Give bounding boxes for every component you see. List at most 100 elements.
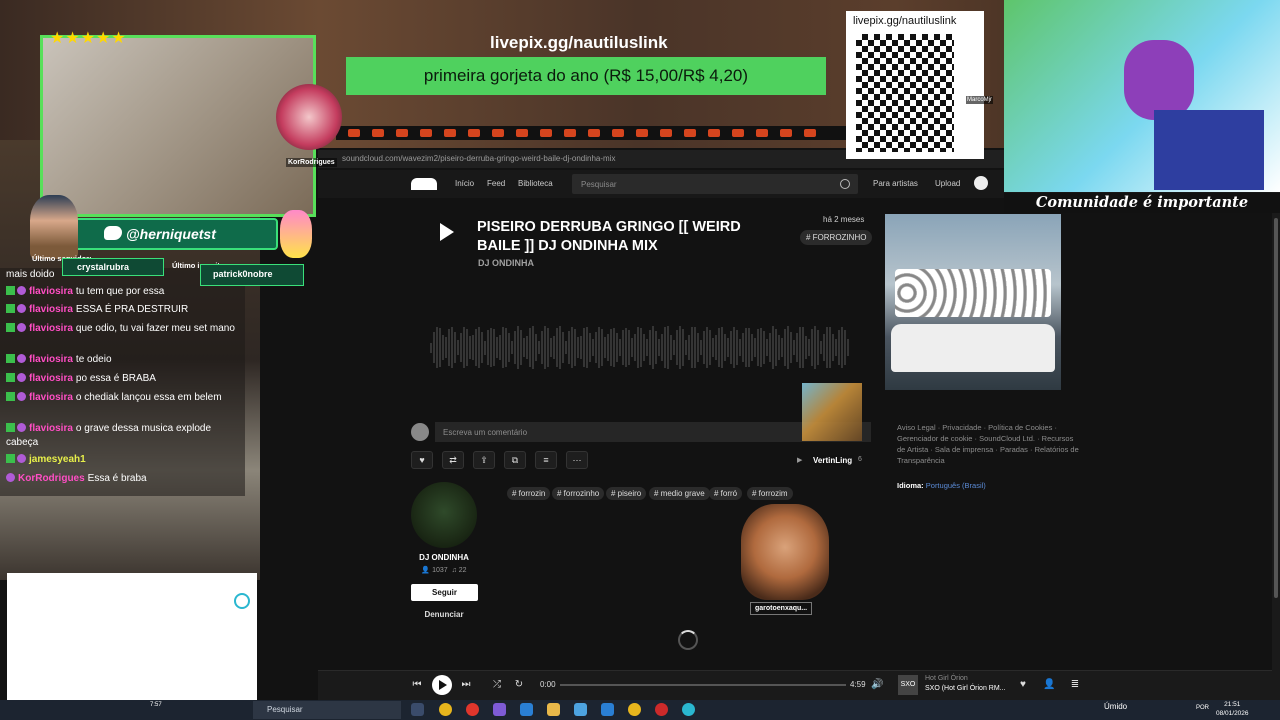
language-label: Idioma: bbox=[897, 481, 924, 490]
weather-widget[interactable]: Úmido bbox=[1104, 702, 1127, 711]
waveform-bar bbox=[556, 327, 558, 368]
language-value[interactable]: Português (Brasil) bbox=[926, 481, 986, 490]
player-play-button[interactable] bbox=[432, 675, 452, 695]
waveform-bar bbox=[823, 333, 825, 362]
chat-message: jamesyeah1 bbox=[6, 453, 242, 467]
search-icon[interactable] bbox=[840, 179, 850, 189]
progress-bar[interactable] bbox=[560, 684, 846, 686]
waveform-bar bbox=[703, 330, 705, 365]
waveform-bar bbox=[451, 326, 453, 369]
add-to-playlist-button[interactable]: ≡ bbox=[535, 451, 557, 469]
waveform-bar bbox=[709, 329, 711, 366]
waveform-bar bbox=[682, 328, 684, 367]
tag-forrozinho[interactable]: # forrozinho bbox=[552, 487, 605, 500]
tag-medio-grave[interactable]: # medio grave bbox=[649, 487, 710, 500]
report-link[interactable]: Denunciar bbox=[410, 610, 478, 619]
soundcloud-logo[interactable] bbox=[411, 178, 437, 190]
profile-avatar[interactable] bbox=[974, 176, 988, 190]
waveform-bar bbox=[433, 332, 435, 363]
waveform-bar bbox=[658, 338, 660, 357]
waveform-bar bbox=[625, 327, 627, 368]
repost-count: 6 bbox=[858, 456, 862, 463]
chrome-icon[interactable] bbox=[439, 703, 452, 716]
follow-button[interactable]: Seguir bbox=[411, 584, 478, 601]
next-icon[interactable]: ⏭ bbox=[460, 679, 472, 691]
waveform-bar bbox=[646, 339, 648, 356]
waveform-bar bbox=[775, 328, 777, 367]
folder-icon[interactable] bbox=[547, 703, 560, 716]
vivaldi-icon[interactable] bbox=[466, 703, 479, 716]
task-view-icon[interactable] bbox=[411, 703, 424, 716]
tag-forrozim[interactable]: # forrozim bbox=[747, 487, 793, 500]
waveform-bar bbox=[796, 333, 798, 362]
tag-piseiro[interactable]: # piseiro bbox=[606, 487, 647, 500]
app-icon[interactable] bbox=[574, 703, 587, 716]
nav-feed[interactable]: Feed bbox=[487, 179, 505, 188]
waveform-bar bbox=[568, 331, 570, 364]
app3-icon[interactable] bbox=[682, 703, 695, 716]
share-button[interactable]: ⇪ bbox=[473, 451, 495, 469]
language-selector[interactable]: Idioma: Português (Brasil) bbox=[897, 481, 986, 490]
waveform-bar bbox=[499, 335, 501, 360]
now-playing-title[interactable]: SXO (Hot Girl Órion RM... bbox=[925, 685, 1006, 692]
followers-icon: 👤 bbox=[421, 567, 431, 574]
follow-user-icon[interactable]: 👤 bbox=[1043, 679, 1055, 691]
waveform-bar bbox=[574, 328, 576, 367]
footer-links[interactable]: Aviso Legal · Privacidade · Política de … bbox=[897, 422, 1083, 466]
waveform-bar bbox=[511, 340, 513, 355]
waveform-bar bbox=[802, 326, 804, 369]
copy-link-button[interactable]: ⧉ bbox=[504, 451, 526, 469]
discord-icon[interactable] bbox=[493, 703, 506, 716]
waveform-bar bbox=[535, 333, 537, 362]
steam-icon[interactable] bbox=[520, 703, 533, 716]
system-clock[interactable]: 21:51 08/01/2026 bbox=[1216, 700, 1249, 718]
play-track-button[interactable] bbox=[440, 223, 454, 241]
waveform-bar bbox=[718, 327, 720, 368]
waveform-bar bbox=[694, 326, 696, 369]
previous-icon[interactable]: ⏮ bbox=[411, 679, 423, 691]
shuffle-icon[interactable]: ⤮ bbox=[491, 679, 503, 691]
waveform-bar bbox=[820, 340, 822, 355]
waveform-bar bbox=[799, 326, 801, 369]
obs-icon[interactable] bbox=[655, 703, 668, 716]
app2-icon[interactable] bbox=[601, 703, 614, 716]
queue-icon[interactable]: ≣ bbox=[1069, 679, 1081, 691]
now-playing-thumbnail[interactable]: SXO bbox=[898, 675, 918, 695]
taskbar-search[interactable]: Pesquisar bbox=[253, 701, 401, 719]
waveform-bar bbox=[622, 329, 624, 366]
search-input[interactable]: Pesquisar bbox=[572, 174, 858, 194]
like-icon[interactable]: ♥ bbox=[1017, 679, 1029, 691]
track-date: há 2 meses bbox=[823, 215, 865, 224]
waveform-bar bbox=[493, 329, 495, 366]
genre-tag[interactable]: # FORROZINHO bbox=[800, 230, 873, 245]
waveform-bar bbox=[724, 333, 726, 362]
more-button[interactable]: ⋯ bbox=[566, 451, 588, 469]
track-artist[interactable]: DJ ONDINHA bbox=[478, 258, 534, 268]
donation-url: livepix.gg/nautiluslink bbox=[490, 33, 668, 52]
track-title: PISEIRO DERRUBA GRINGO [[ WEIRD BAILE ]]… bbox=[477, 219, 741, 254]
nav-library[interactable]: Biblioteca bbox=[518, 179, 553, 188]
nav-home[interactable]: Início bbox=[455, 179, 474, 188]
tag-forro[interactable]: # forró bbox=[709, 487, 743, 500]
repeat-icon[interactable]: ↻ bbox=[513, 679, 525, 691]
input-language[interactable]: POR bbox=[1196, 705, 1209, 711]
tag-forrozin[interactable]: # forrozin bbox=[507, 487, 551, 500]
nav-upload[interactable]: Upload bbox=[935, 179, 960, 188]
artist-avatar[interactable] bbox=[411, 482, 477, 548]
repost-button[interactable]: ⇄ bbox=[442, 451, 464, 469]
now-playing-artist[interactable]: Hot Girl Órion bbox=[925, 675, 968, 682]
artist-name[interactable]: DJ ONDINHA bbox=[410, 553, 478, 562]
nav-for-artists[interactable]: Para artistas bbox=[873, 179, 918, 188]
waveform-bar bbox=[523, 337, 525, 358]
waveform-bar bbox=[655, 330, 657, 365]
chrome-active-icon[interactable] bbox=[628, 703, 641, 716]
volume-icon[interactable]: 🔊 bbox=[871, 679, 883, 691]
waveform-bar bbox=[661, 334, 663, 361]
waveform-bar bbox=[805, 335, 807, 360]
like-button[interactable]: ♥ bbox=[411, 451, 433, 469]
waveform-bar bbox=[643, 333, 645, 362]
plays-icon: ▶ bbox=[797, 457, 803, 464]
scrollbar[interactable] bbox=[1272, 150, 1280, 700]
pink-sprite bbox=[280, 210, 312, 258]
waveform[interactable] bbox=[430, 325, 860, 370]
